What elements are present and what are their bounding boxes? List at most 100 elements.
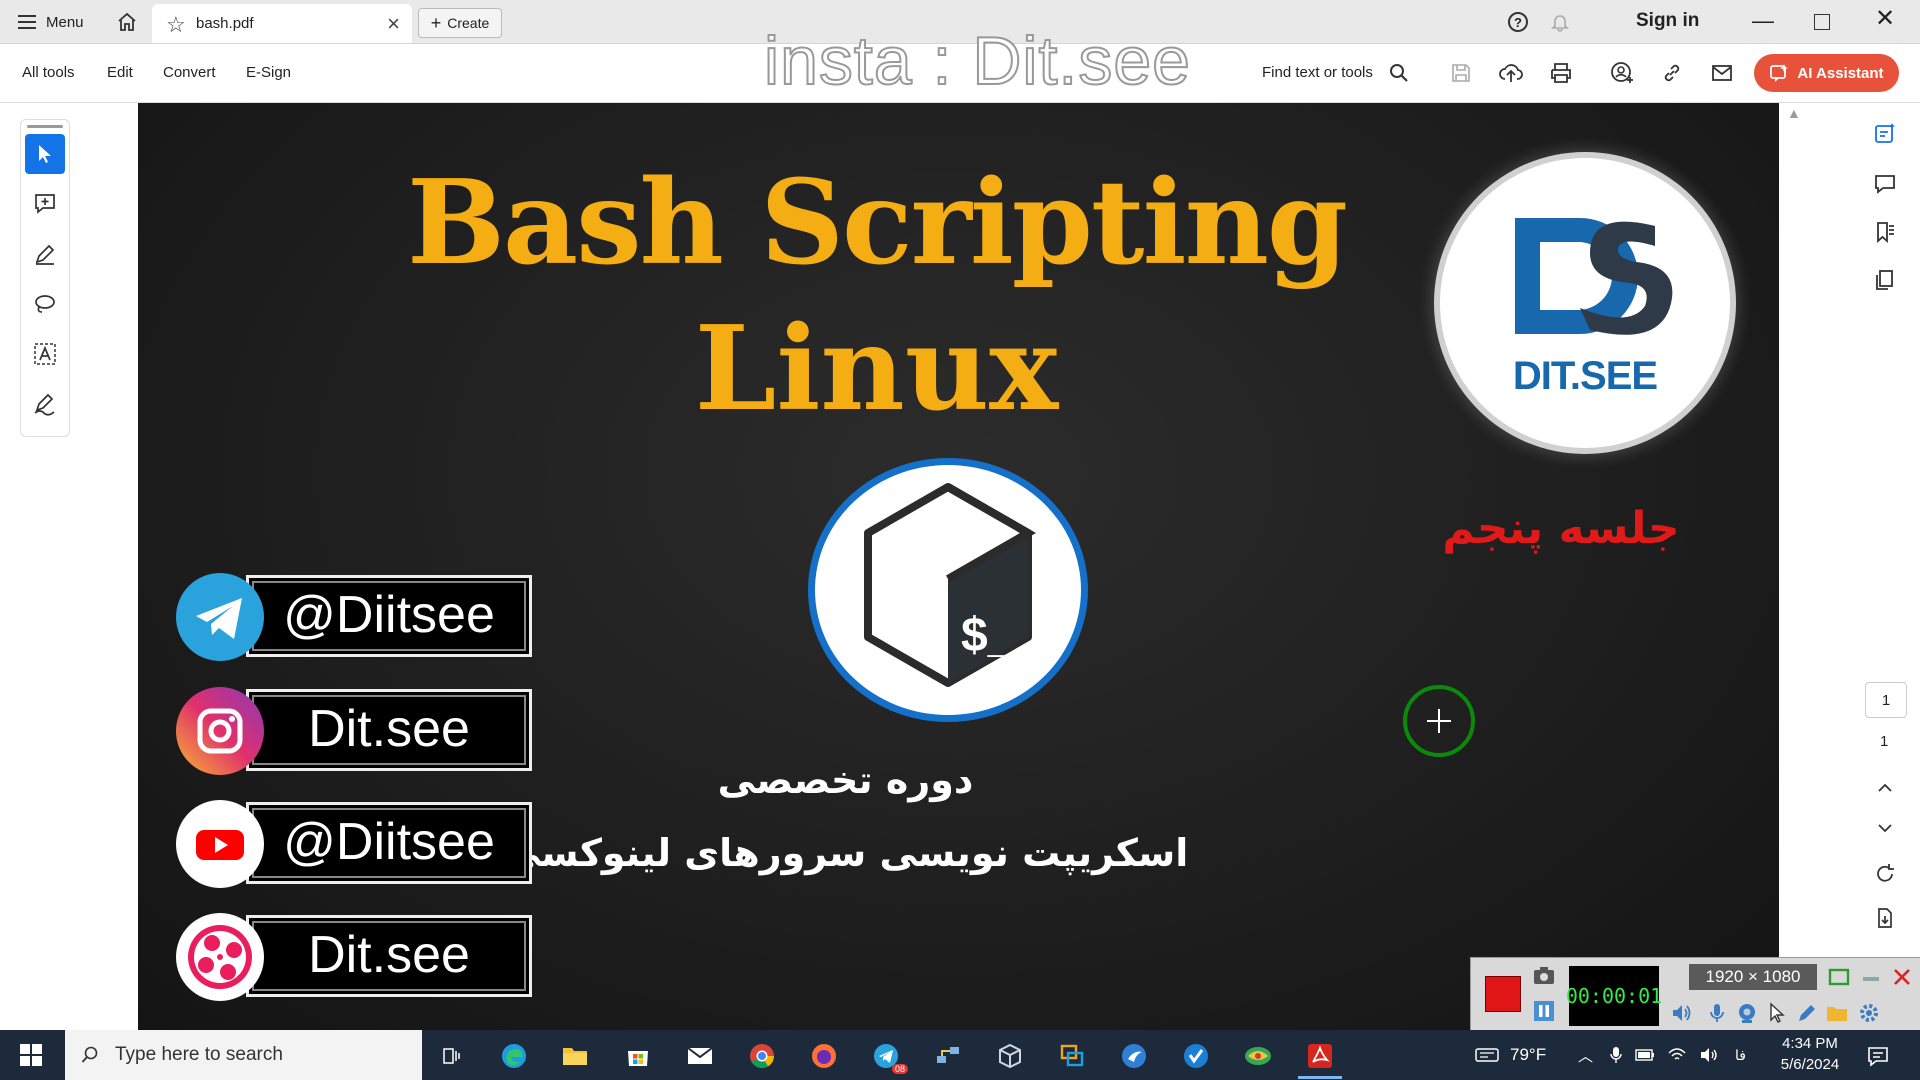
maximize-icon[interactable] xyxy=(1814,14,1830,30)
pause-icon[interactable] xyxy=(1531,998,1557,1024)
speaker-icon[interactable] xyxy=(1669,1000,1695,1026)
microsoft-store-icon[interactable] xyxy=(622,1040,654,1072)
search-placeholder: Type here to search xyxy=(115,1044,283,1065)
email-icon[interactable] xyxy=(1709,60,1735,86)
task-view-icon[interactable] xyxy=(436,1040,468,1072)
weather-widget[interactable]: 79°F xyxy=(1474,1030,1546,1080)
volume-icon[interactable] xyxy=(1699,1047,1719,1063)
cloud-upload-icon[interactable] xyxy=(1498,60,1524,86)
next-page-icon[interactable] xyxy=(1871,814,1899,842)
folder-icon[interactable] xyxy=(1824,1000,1850,1026)
text-box-tool[interactable] xyxy=(25,334,65,374)
rail-grip[interactable] xyxy=(27,125,63,128)
ai-assistant-button[interactable]: AI Assistant xyxy=(1754,54,1899,92)
highlight-tool[interactable] xyxy=(25,234,65,274)
close-window-icon[interactable]: ✕ xyxy=(1875,4,1895,33)
bash-prompt-glyph: $_ xyxy=(961,609,1016,662)
draw-pen-icon[interactable] xyxy=(1794,1000,1820,1026)
create-label: Create xyxy=(447,15,490,31)
convert-menu[interactable]: Convert xyxy=(163,64,216,81)
vertical-scrollbar[interactable]: ▲ xyxy=(1779,103,1811,1030)
tab-title: bash.pdf xyxy=(196,15,254,32)
comments-panel-icon[interactable] xyxy=(1871,170,1899,198)
social-handle: @Diitsee xyxy=(283,813,495,871)
draw-tool[interactable] xyxy=(25,284,65,324)
search-icon[interactable] xyxy=(1386,60,1412,86)
sign-tool[interactable] xyxy=(25,384,65,424)
settings-gear-icon[interactable] xyxy=(1856,1000,1882,1026)
network-tool-icon[interactable] xyxy=(932,1040,964,1072)
edit-menu[interactable]: Edit xyxy=(107,64,133,81)
document-tab[interactable]: ☆ bash.pdf × xyxy=(152,4,412,43)
close-recorder-icon[interactable] xyxy=(1889,964,1915,990)
weather-temp: 79°F xyxy=(1510,1045,1547,1064)
social-youtube: @Diitsee xyxy=(176,800,536,888)
telegram-taskbar-icon[interactable]: 08 xyxy=(870,1040,908,1074)
bell-icon[interactable] xyxy=(1549,11,1571,33)
select-tool[interactable] xyxy=(25,134,65,174)
app-bird-icon[interactable] xyxy=(1118,1040,1150,1072)
page-export-icon[interactable] xyxy=(1871,904,1899,932)
region-icon[interactable] xyxy=(1826,964,1852,990)
esign-menu[interactable]: E-Sign xyxy=(246,64,291,81)
find-text-field[interactable]: Find text or tools xyxy=(1262,64,1373,81)
chevron-up-icon[interactable]: ︿ xyxy=(1578,1045,1593,1066)
logo-text: DIT.SEE xyxy=(1512,354,1658,398)
ai-sparkle-icon xyxy=(1770,64,1789,82)
ai-assistant-label: AI Assistant xyxy=(1797,64,1884,82)
save-icon[interactable] xyxy=(1448,60,1474,86)
chrome-icon[interactable] xyxy=(746,1040,778,1072)
taskbar-search-box[interactable]: Type here to search xyxy=(65,1030,422,1080)
share-user-icon[interactable] xyxy=(1609,60,1635,86)
virtualbox-icon[interactable] xyxy=(994,1040,1026,1072)
star-icon[interactable]: ☆ xyxy=(166,12,186,38)
bookmarks-panel-icon[interactable] xyxy=(1871,218,1899,246)
taskbar-clock[interactable]: 4:34 PM 5/6/2024 xyxy=(1762,1033,1858,1075)
social-handle: Dit.see xyxy=(308,926,470,984)
add-comment-tool[interactable] xyxy=(25,184,65,224)
cursor-arrow-icon xyxy=(39,145,51,163)
wifi-icon[interactable] xyxy=(1667,1047,1687,1063)
camera-icon[interactable] xyxy=(1531,962,1557,988)
scroll-up-icon[interactable]: ▲ xyxy=(1787,105,1801,121)
language-indicator[interactable]: فا xyxy=(1735,1047,1746,1064)
ai-panel-icon[interactable] xyxy=(1871,120,1899,148)
all-tools-menu[interactable]: All tools xyxy=(22,64,75,81)
rotate-icon[interactable] xyxy=(1871,860,1899,888)
watermark-text: insta : Dit.see xyxy=(763,22,1191,100)
close-tab-icon[interactable]: × xyxy=(387,11,400,37)
menu-button[interactable]: Menu xyxy=(18,8,84,36)
print-icon[interactable] xyxy=(1548,60,1574,86)
create-button[interactable]: + Create xyxy=(418,8,502,38)
mail-icon[interactable] xyxy=(684,1040,716,1072)
previous-page-icon[interactable] xyxy=(1871,774,1899,802)
current-page-input[interactable]: 1 xyxy=(1865,682,1907,718)
cursor-icon[interactable] xyxy=(1764,1000,1790,1026)
acrobat-icon[interactable] xyxy=(1304,1040,1336,1072)
sign-in-link[interactable]: Sign in xyxy=(1636,10,1699,32)
pages-panel-icon[interactable] xyxy=(1871,266,1899,294)
social-handle: Dit.see xyxy=(308,700,470,758)
link-icon[interactable] xyxy=(1659,60,1685,86)
apps-grid-icon[interactable] xyxy=(1588,12,1608,32)
text-box-icon xyxy=(34,343,56,365)
battery-icon[interactable] xyxy=(1635,1049,1655,1061)
minimize-recorder-icon[interactable] xyxy=(1858,964,1884,990)
ds-monogram-icon xyxy=(1515,218,1673,335)
app-globe-icon[interactable] xyxy=(1242,1040,1274,1072)
home-button[interactable] xyxy=(112,8,142,36)
microphone-tray-icon[interactable] xyxy=(1609,1046,1623,1064)
app-check-icon[interactable] xyxy=(1180,1040,1212,1072)
help-icon[interactable]: ? xyxy=(1508,12,1528,32)
microphone-icon[interactable] xyxy=(1704,1000,1730,1026)
notifications-icon[interactable] xyxy=(1862,1040,1894,1072)
file-explorer-icon[interactable] xyxy=(559,1040,591,1072)
webcam-icon[interactable] xyxy=(1734,1000,1760,1026)
telegram-icon xyxy=(176,573,264,661)
windows-start-icon[interactable] xyxy=(20,1044,42,1066)
firefox-icon[interactable] xyxy=(808,1040,840,1072)
remote-desktop-icon[interactable] xyxy=(1056,1040,1088,1072)
stop-record-button[interactable] xyxy=(1485,976,1521,1012)
minimize-icon[interactable]: — xyxy=(1752,8,1774,34)
edge-icon[interactable] xyxy=(498,1040,530,1072)
